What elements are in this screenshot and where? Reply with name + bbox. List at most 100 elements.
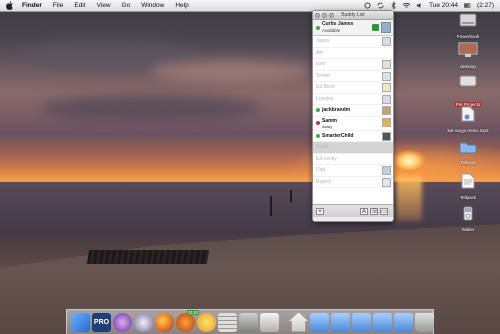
window-titlebar[interactable]: Buddy List (313, 11, 393, 20)
folder-icon[interactable] (394, 312, 413, 332)
window-title: Buddy List (341, 12, 365, 18)
aim-icon[interactable] (197, 312, 216, 332)
firefox-icon[interactable] (155, 312, 174, 332)
buddy-row[interactable]: Dad (313, 165, 393, 177)
cloud (40, 95, 260, 121)
buddy-list: Jason Abi jono Simon Ed Birch Lovejoy ja… (313, 36, 393, 204)
desktop-icon-mp3[interactable]: kat-vargo.remix.mp3 (446, 106, 490, 133)
add-buddy-button[interactable]: + (316, 207, 324, 215)
home-folder-icon[interactable] (289, 312, 308, 332)
dock: PRO 3130 (66, 309, 434, 334)
buddy-name: Simon (316, 72, 331, 79)
sea-post (270, 196, 272, 216)
pro-app-icon[interactable]: PRO (92, 312, 111, 332)
clock-label[interactable]: Tue 20:44 (429, 2, 458, 9)
sun (392, 150, 426, 172)
trash-icon[interactable] (415, 312, 434, 332)
buddy-row[interactable]: jackbrandm (313, 105, 393, 117)
calculator-icon[interactable] (218, 312, 237, 332)
buddy-name: jono (316, 61, 326, 68)
menu-go[interactable]: Go (122, 2, 131, 9)
buddy-row[interactable]: Samm Away (313, 117, 393, 131)
system-preferences-icon[interactable] (239, 312, 258, 332)
buddy-icon (382, 106, 391, 115)
folder-icon[interactable] (310, 312, 329, 332)
finder-icon[interactable] (71, 312, 90, 332)
desktop-background (0, 0, 500, 334)
buddy-row[interactable]: Rupert (313, 177, 393, 188)
desktop-icon-tellspot[interactable]: Tellspot (446, 140, 490, 165)
buddy-name: Grant (316, 144, 329, 151)
apple-app-icon[interactable] (260, 312, 279, 332)
apple-menu-icon[interactable] (6, 1, 14, 10)
folder-icon[interactable] (331, 312, 350, 332)
badge-app-icon[interactable]: 3130 (176, 309, 199, 332)
buddy-name: Rupert (316, 178, 332, 185)
menu-app-name[interactable]: Finder (22, 2, 42, 9)
desktop-icon-label: kat-vargo.remix.mp3 (447, 128, 489, 133)
sea-post (290, 190, 292, 202)
battery-icon[interactable] (464, 2, 471, 9)
buddy-row[interactable]: Abi (313, 48, 393, 59)
desktop-icon-label: Walter (461, 227, 475, 232)
phone-icon[interactable] (372, 24, 379, 31)
folder-icon (459, 142, 477, 154)
folder-icon[interactable] (373, 312, 392, 332)
buddy-name: Ed Lecky (316, 155, 337, 162)
buddy-name: Dad (316, 167, 326, 174)
buddy-name: jackbrandm (322, 107, 351, 114)
desktop-icon-label: Tellpack (459, 195, 477, 200)
buddy-row[interactable]: Ed Birch (313, 82, 393, 94)
buddy-name: Samm Away (322, 117, 338, 129)
online-dot-icon (316, 133, 320, 138)
volume-icon[interactable] (416, 2, 423, 9)
wifi-icon[interactable] (402, 2, 410, 9)
video-chat-icon[interactable]: ▭ (380, 207, 388, 215)
buddy-name: SmarterChild (322, 132, 354, 139)
menu-help[interactable]: Help (175, 2, 188, 9)
monitor-icon (458, 42, 478, 57)
text-chat-icon[interactable]: A (360, 207, 368, 215)
my-avatar[interactable] (381, 22, 391, 33)
desktop-icon-powerbook[interactable]: Powerbook (446, 12, 490, 39)
sync-icon[interactable] (377, 2, 384, 9)
purple-app-icon[interactable] (113, 312, 132, 332)
buddy-row[interactable]: jono (313, 59, 393, 71)
buddy-icon (382, 117, 391, 127)
buddy-icon (382, 60, 391, 69)
buddy-name: Lovejoy (316, 95, 334, 102)
menu-view[interactable]: View (97, 2, 111, 9)
desktop-icon-label: Powerbook (456, 34, 480, 39)
buddy-row[interactable]: SmarterChild (313, 131, 393, 142)
buddy-row[interactable]: Simon (313, 71, 393, 82)
menu-window[interactable]: Window (141, 2, 164, 9)
buddy-icon (382, 83, 391, 92)
folder-icon[interactable] (352, 312, 371, 332)
audio-chat-icon[interactable]: ☏ (370, 207, 379, 215)
menu-file[interactable]: File (53, 2, 63, 9)
away-dot-icon (316, 121, 320, 125)
buddy-name: Jason (316, 38, 330, 45)
circle-app-icon[interactable] (134, 312, 153, 332)
desktop-icon-label: desktop (460, 64, 476, 69)
buddy-name: Abi (316, 49, 324, 56)
my-status-menu[interactable]: Available (322, 28, 353, 34)
my-status-area[interactable]: Curtis James Available (313, 20, 393, 36)
buddy-row[interactable]: Grant (313, 142, 393, 154)
buddy-icon (382, 71, 391, 81)
buddy-row[interactable]: Lovejoy (313, 94, 393, 105)
status-dot-icon (316, 25, 320, 30)
buddy-icon (382, 94, 391, 104)
menu-edit[interactable]: Edit (74, 2, 85, 9)
desktop-icon-tellpack[interactable]: Tellpack (446, 173, 490, 200)
desktop-icon-walter[interactable]: Walter (446, 206, 490, 232)
document-icon (461, 173, 475, 189)
buddy-row[interactable]: Jason (313, 36, 393, 48)
buddy-row[interactable]: Ed Lecky (313, 154, 393, 165)
audio-file-icon (461, 106, 475, 122)
bluetooth-icon[interactable] (390, 2, 397, 9)
desktop-icon-desktop[interactable]: desktop (446, 42, 490, 69)
dock-badge: 3130 (186, 309, 199, 315)
drive-icon (459, 75, 477, 87)
messenger-status-icon[interactable] (364, 2, 371, 9)
